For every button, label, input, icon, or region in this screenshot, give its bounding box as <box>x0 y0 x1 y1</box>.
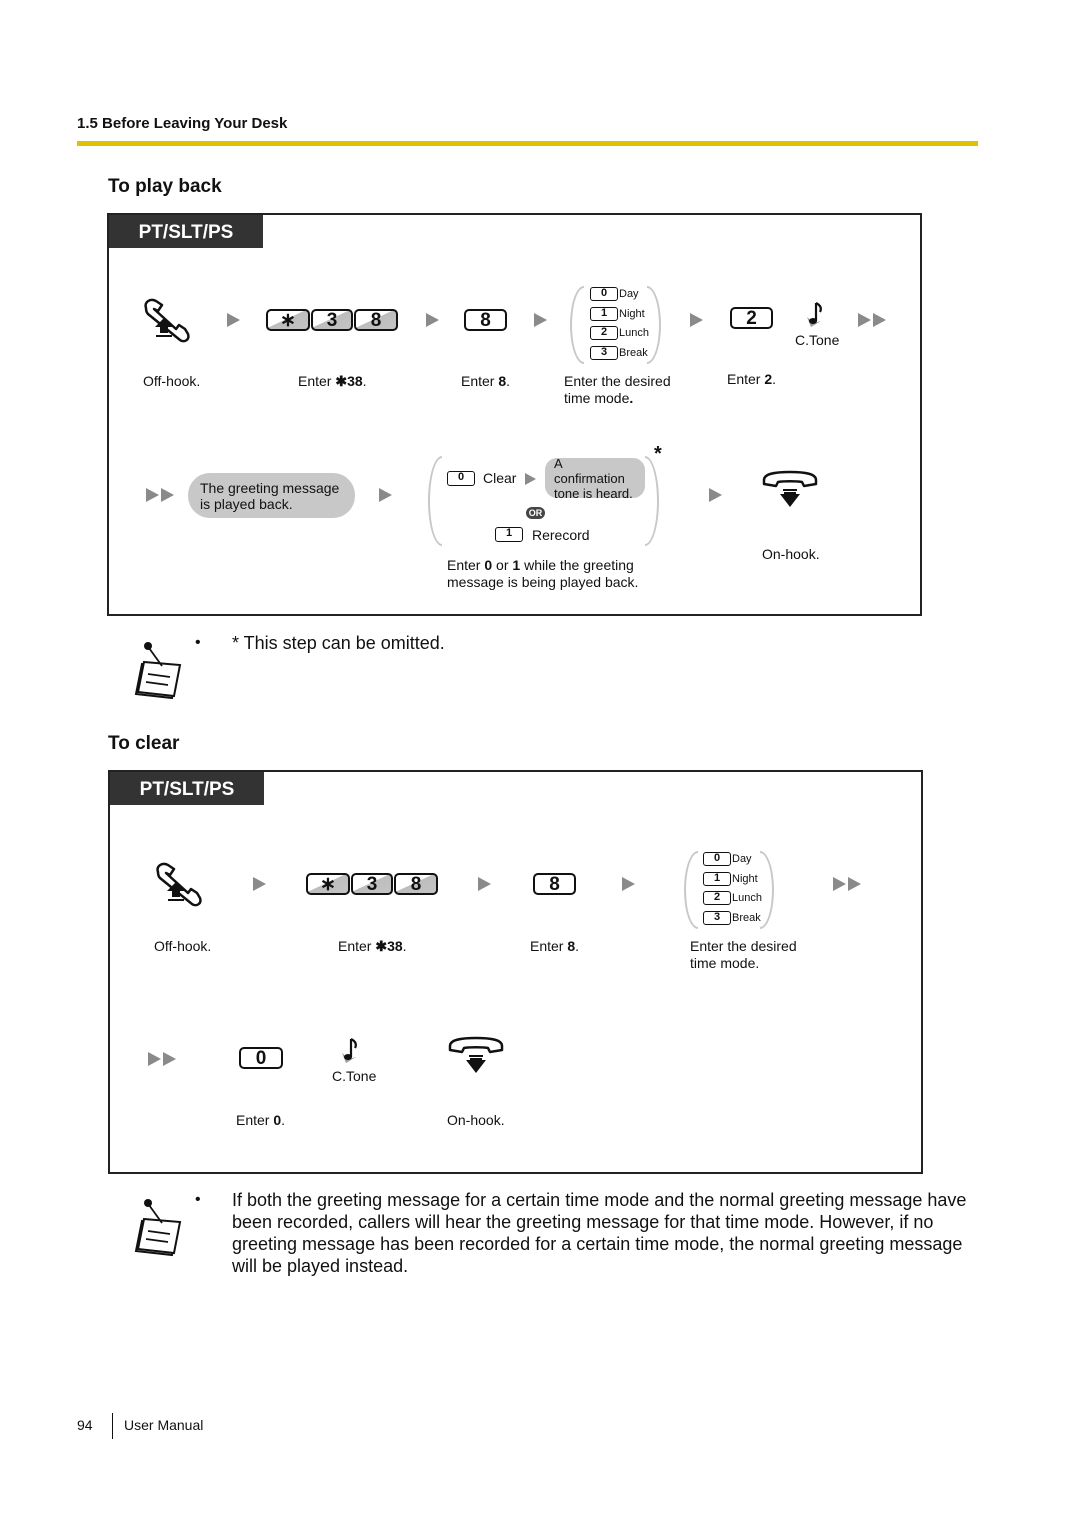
continue-arrow <box>146 488 176 502</box>
device-tag: PT/SLT/PS <box>110 772 264 805</box>
mode-label-night: Night <box>732 873 758 885</box>
step-arrow <box>525 473 536 485</box>
key-0: 0 <box>239 1047 283 1069</box>
timemode-label: Enter the desired time mode. <box>690 938 797 971</box>
continue-arrow <box>148 1052 178 1066</box>
mode-key-2: 2 <box>590 326 618 340</box>
bullet: • <box>195 634 201 651</box>
clear-key-0: 0 <box>447 471 475 486</box>
mode-key-3: 3 <box>590 346 618 360</box>
step-arrow <box>690 313 703 327</box>
clear-title: To clear <box>108 733 180 754</box>
ctone-label: C.Tone <box>795 332 840 348</box>
onhook-label: On-hook. <box>762 546 820 562</box>
section-header: 1.5 Before Leaving Your Desk <box>77 115 288 132</box>
header-rule <box>77 141 978 146</box>
key-8-single: 8 <box>533 873 576 895</box>
or-badge: OR <box>526 507 545 519</box>
confirmation-tone-icon <box>342 1038 357 1063</box>
on-hook-icon <box>448 1036 504 1073</box>
key-8: 8 <box>354 309 398 331</box>
mode-label-night: Night <box>619 308 645 320</box>
step-arrow <box>478 877 491 891</box>
off-hook-icon <box>156 862 202 907</box>
offhook-label: Off-hook. <box>154 938 212 954</box>
rerecord-key-1: 1 <box>495 527 523 542</box>
enter-2-label: Enter 2. <box>727 371 777 387</box>
key-8-single: 8 <box>464 309 507 331</box>
played-back-status: The greeting message is played back. <box>188 473 355 518</box>
confirmation-status: A confirmation tone is heard. <box>545 456 645 501</box>
mode-label-break: Break <box>619 347 648 359</box>
mode-label-break: Break <box>732 912 761 924</box>
mode-key-3: 3 <box>703 911 731 925</box>
device-tag: PT/SLT/PS <box>109 215 263 248</box>
key-3: 3 <box>311 309 353 331</box>
page-number: 94 <box>77 1417 93 1433</box>
confirmation-tone-icon <box>807 302 822 327</box>
step-arrow <box>622 877 635 891</box>
time-mode-note: If both the greeting message for a certa… <box>232 1190 967 1276</box>
step-arrow <box>227 313 240 327</box>
footer-divider <box>112 1413 113 1439</box>
clear-procedure-box: PT/SLT/PS <box>108 770 923 1174</box>
timemode-label: Enter the desired time mode. <box>564 373 671 406</box>
clear-label: Clear <box>483 470 517 486</box>
key-star: ∗ <box>306 873 350 895</box>
step-arrow <box>379 488 392 502</box>
enter-8-label: Enter 8. <box>461 373 511 389</box>
enter-8-label: Enter 8. <box>530 938 580 954</box>
mode-label-lunch: Lunch <box>732 892 762 904</box>
off-hook-icon <box>144 298 190 343</box>
mode-key-0: 0 <box>590 287 618 301</box>
omit-note: * This step can be omitted. <box>232 633 445 653</box>
enter-code-label: Enter ✱38. <box>338 938 407 954</box>
mode-key-0: 0 <box>703 852 731 866</box>
continue-arrow <box>833 877 863 891</box>
note-icon <box>134 642 182 700</box>
key-3: 3 <box>351 873 393 895</box>
step-arrow <box>709 488 722 502</box>
note-icon <box>134 1199 182 1257</box>
doc-title: User Manual <box>124 1417 204 1433</box>
step-arrow <box>253 877 266 891</box>
choice-label: Enter 0 or 1 while the greeting message … <box>447 557 639 590</box>
optional-mark: * <box>654 443 662 465</box>
mode-label-day: Day <box>619 288 639 300</box>
playback-title: To play back <box>108 176 222 197</box>
mode-label-day: Day <box>732 853 752 865</box>
step-arrow <box>534 313 547 327</box>
key-star: ∗ <box>266 309 310 331</box>
step-arrow <box>426 313 439 327</box>
key-8: 8 <box>394 873 438 895</box>
continue-arrow <box>858 313 888 327</box>
on-hook-icon <box>762 470 818 507</box>
mode-label-lunch: Lunch <box>619 327 649 339</box>
bullet: • <box>195 1191 201 1208</box>
onhook-label: On-hook. <box>447 1112 505 1128</box>
enter-0-label: Enter 0. <box>236 1112 286 1128</box>
mode-key-1: 1 <box>703 872 731 886</box>
mode-key-1: 1 <box>590 307 618 321</box>
key-2: 2 <box>730 307 773 329</box>
ctone-label: C.Tone <box>332 1068 377 1084</box>
enter-code-label: Enter ✱38. <box>298 373 367 389</box>
offhook-label: Off-hook. <box>143 373 201 389</box>
rerecord-label: Rerecord <box>532 527 590 543</box>
mode-key-2: 2 <box>703 891 731 905</box>
